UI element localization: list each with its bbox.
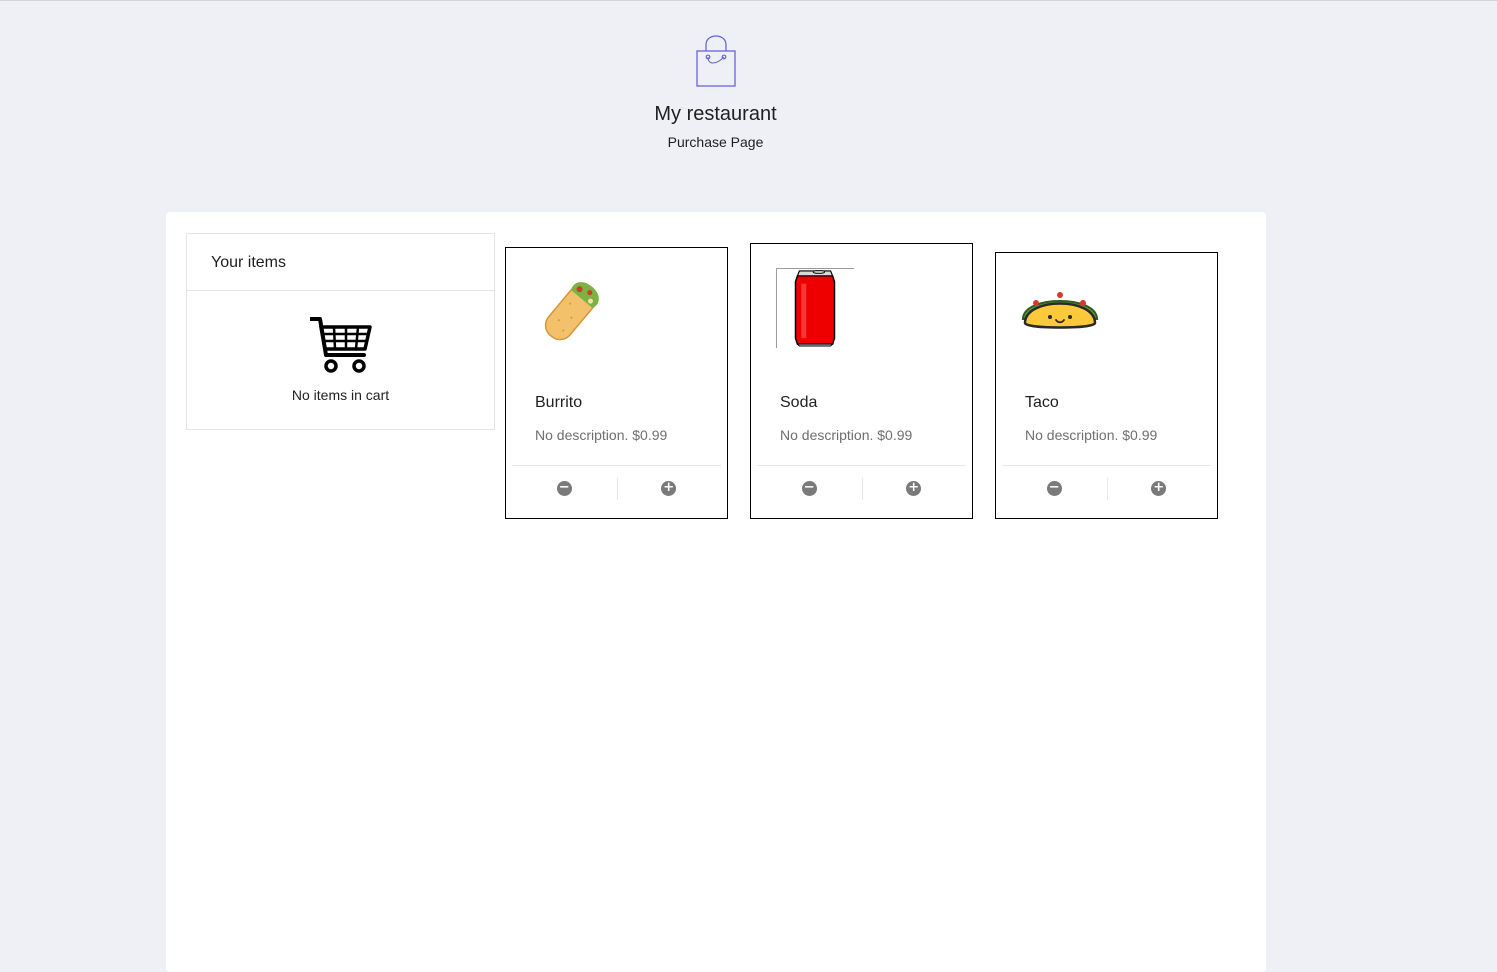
product-description: No description. $0.99 bbox=[780, 427, 913, 443]
increment-action[interactable]: + bbox=[616, 466, 722, 510]
taco-icon bbox=[1021, 292, 1099, 329]
product-card-soda: Soda No description. $0.99 − + bbox=[750, 243, 973, 519]
cart-empty-message: No items in cart bbox=[291, 387, 390, 403]
decrement-action[interactable]: − bbox=[512, 466, 617, 510]
minus-icon[interactable]: − bbox=[801, 480, 817, 496]
product-actions: − + bbox=[1002, 465, 1211, 510]
minus-icon[interactable]: − bbox=[1046, 480, 1062, 496]
minus-icon[interactable]: − bbox=[556, 480, 572, 496]
increment-action[interactable]: + bbox=[1106, 466, 1212, 510]
cart-heading: Your items bbox=[187, 234, 494, 291]
plus-icon[interactable]: + bbox=[906, 480, 922, 496]
soda-can-icon bbox=[775, 268, 855, 348]
plus-icon[interactable]: + bbox=[1151, 480, 1167, 496]
product-description: No description. $0.99 bbox=[535, 427, 668, 443]
burrito-icon bbox=[544, 282, 599, 341]
decrement-action[interactable]: − bbox=[757, 466, 862, 510]
product-description: No description. $0.99 bbox=[1025, 427, 1158, 443]
decrement-action[interactable]: − bbox=[1002, 466, 1107, 510]
shopping-bag-icon bbox=[696, 35, 736, 87]
page-subtitle: Purchase Page bbox=[667, 134, 764, 150]
product-actions: − + bbox=[512, 465, 721, 510]
page-title: My restaurant bbox=[654, 103, 777, 125]
cart-card: Your items No items in cart bbox=[186, 233, 495, 430]
product-card-taco: Taco No description. $0.99 − + bbox=[995, 252, 1218, 519]
product-name: Taco bbox=[1025, 394, 1059, 411]
plus-icon[interactable]: + bbox=[661, 480, 677, 496]
product-card-burrito: Burrito No description. $0.99 − + bbox=[505, 247, 728, 519]
product-name: Burrito bbox=[535, 394, 583, 411]
product-name: Soda bbox=[780, 394, 818, 411]
shopping-cart-icon bbox=[310, 317, 372, 373]
product-actions: − + bbox=[757, 465, 966, 510]
increment-action[interactable]: + bbox=[861, 466, 967, 510]
